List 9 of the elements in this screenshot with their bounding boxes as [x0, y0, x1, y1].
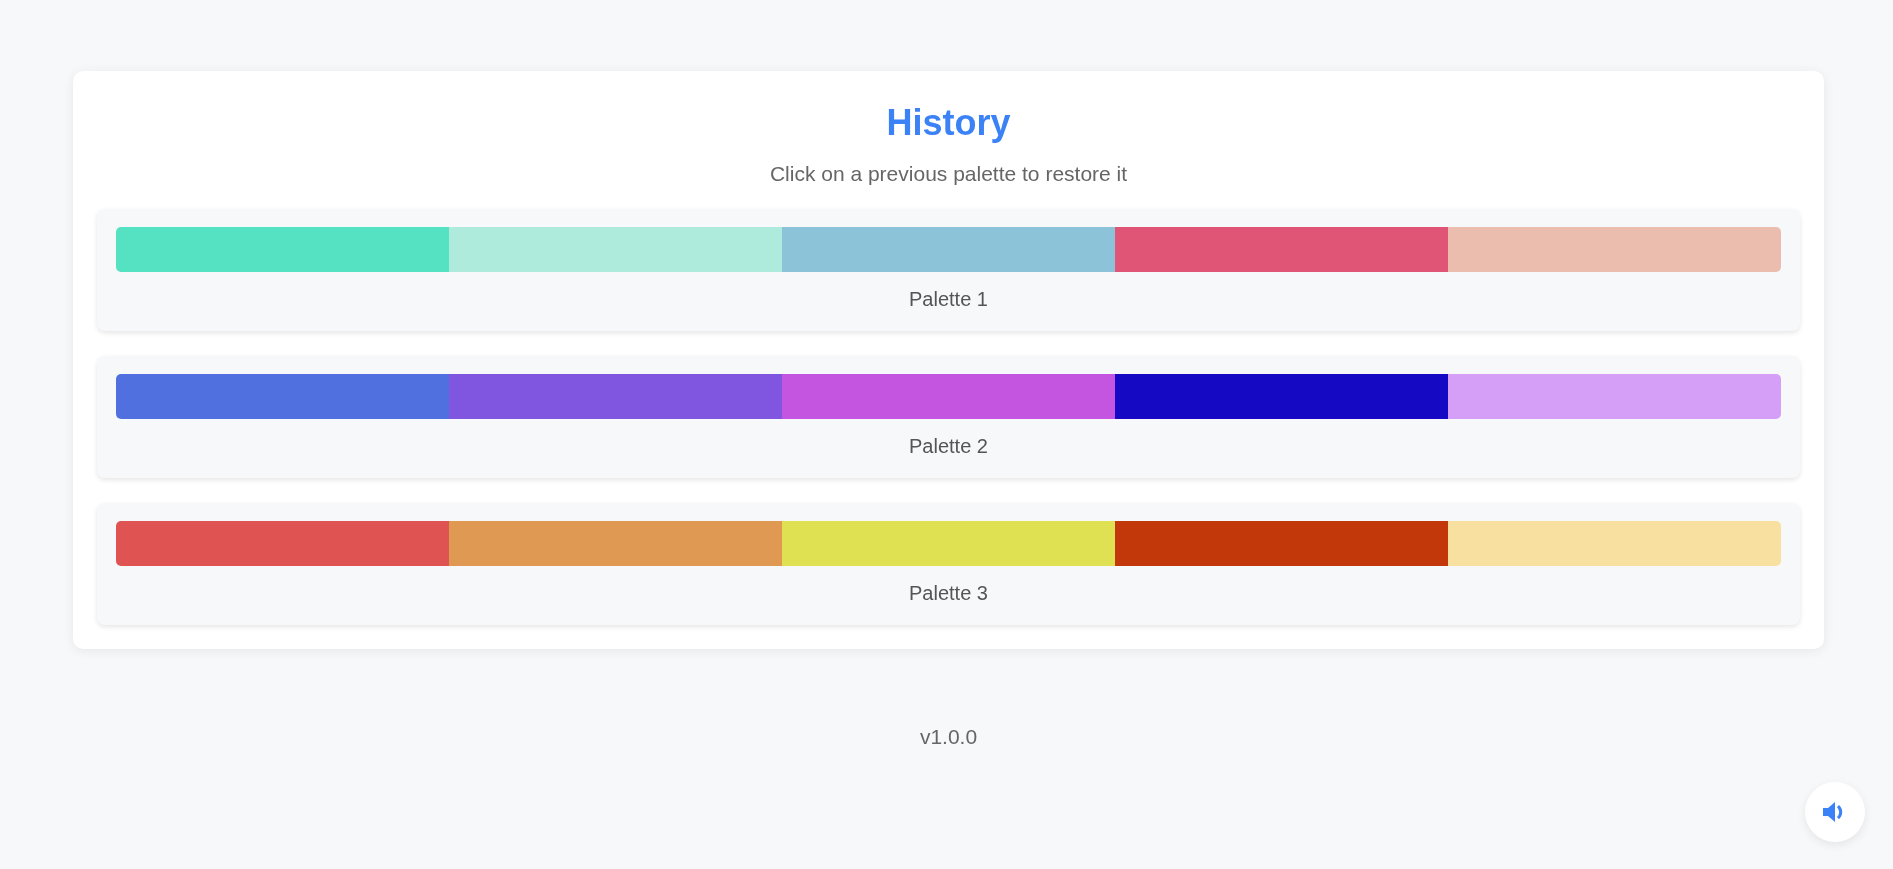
palette-label: Palette 2	[908, 434, 989, 458]
version-text: v1.0.0	[918, 725, 979, 749]
palette-card[interactable]: Palette 3	[97, 503, 1800, 625]
palette-card[interactable]: Palette 2	[97, 356, 1800, 478]
history-title: History	[885, 101, 1012, 145]
palette-label: Palette 3	[908, 581, 989, 605]
history-subtitle: Click on a previous palette to restore it	[768, 161, 1129, 187]
palette-card[interactable]: Palette 1	[97, 209, 1800, 331]
palette-label: Palette 1	[908, 287, 989, 311]
